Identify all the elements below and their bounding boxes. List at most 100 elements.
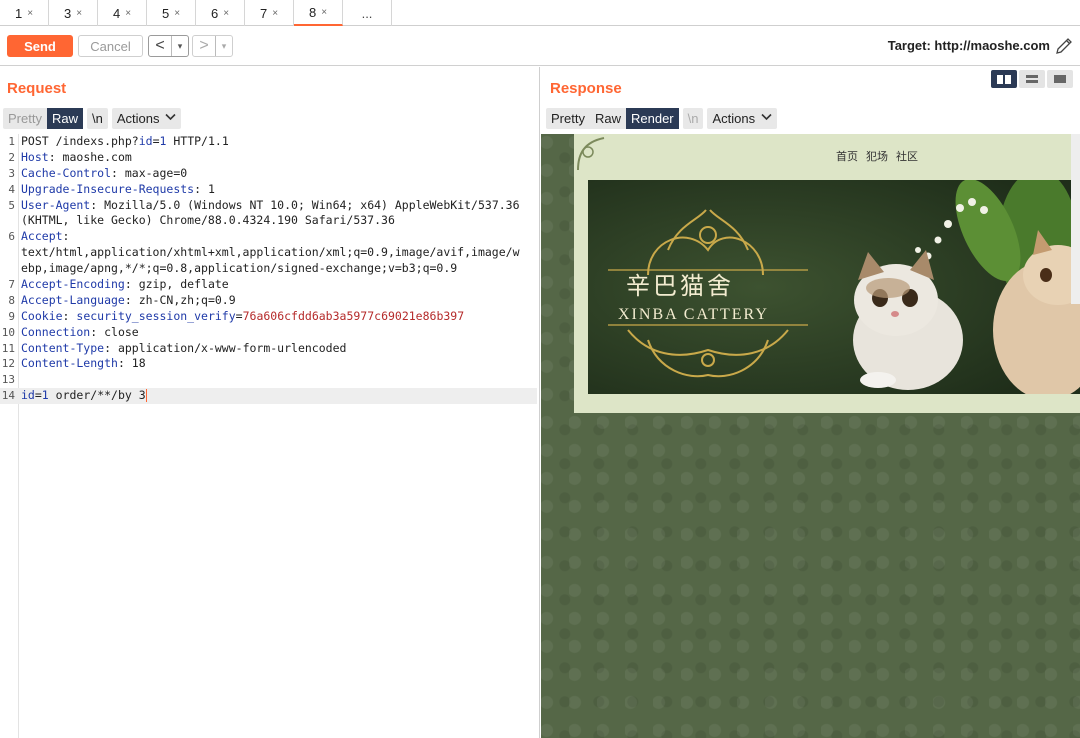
close-tab-icon[interactable]: × bbox=[27, 8, 33, 19]
tab-label: 5 bbox=[161, 5, 170, 21]
token: ebp,image/apng,*/*;q=0.8,application/sig… bbox=[21, 261, 458, 276]
request-tab-7[interactable]: 7 × bbox=[245, 0, 294, 26]
send-button[interactable]: Send bbox=[7, 35, 73, 57]
cancel-button[interactable]: Cancel bbox=[78, 35, 143, 57]
response-actions-menu[interactable]: Actions bbox=[707, 108, 778, 129]
forward-arrow-icon[interactable]: > bbox=[193, 36, 215, 56]
close-tab-icon[interactable]: × bbox=[321, 7, 327, 18]
line-text: Content-Type: application/x-www-form-url… bbox=[21, 341, 346, 357]
layout-stacked-icon[interactable] bbox=[1019, 70, 1045, 88]
token: = bbox=[235, 308, 243, 323]
line-text: Accept: bbox=[21, 229, 69, 245]
edit-target-icon[interactable] bbox=[1054, 36, 1074, 56]
line-number: 12 bbox=[1, 357, 15, 371]
more-tabs-button[interactable]: ... bbox=[343, 0, 392, 26]
corner-ornament-icon bbox=[577, 137, 605, 171]
request-raw-tab[interactable]: Raw bbox=[46, 108, 83, 129]
render-scrollbar[interactable] bbox=[1071, 134, 1080, 304]
tab-label: 1 bbox=[14, 5, 23, 21]
close-tab-icon[interactable]: × bbox=[272, 8, 278, 19]
text-caret bbox=[145, 389, 147, 403]
token: order/**/by 3 bbox=[48, 388, 146, 403]
request-newline-toggle[interactable]: \n bbox=[86, 108, 108, 129]
token: : 1 bbox=[194, 181, 215, 196]
layout-side-by-side-icon[interactable] bbox=[991, 70, 1017, 88]
token: : bbox=[62, 308, 77, 323]
line-number: 2 bbox=[8, 150, 15, 164]
rendered-response-view[interactable]: 首页 犯场 社区 辛巴猫舍 XINBA CATTERY bbox=[541, 134, 1080, 738]
token: Upgrade-Insecure-Requests bbox=[21, 181, 195, 196]
response-pretty-tab[interactable]: Pretty bbox=[546, 108, 590, 129]
line-number: 9 bbox=[8, 309, 15, 323]
line-number: 4 bbox=[8, 182, 15, 196]
chevron-down-icon bbox=[761, 113, 772, 124]
request-line: 2 Host: maoshe.com bbox=[0, 150, 537, 166]
tab-label: 8 bbox=[308, 4, 317, 20]
close-tab-icon[interactable]: × bbox=[125, 8, 131, 19]
token: (KHTML, like Gecko) Chrome/88.0.4324.190… bbox=[21, 213, 395, 228]
request-title: Request bbox=[7, 80, 67, 97]
back-arrow-icon[interactable]: < bbox=[149, 36, 171, 56]
request-line: 8 Accept-Language: zh-CN,zh;q=0.9 bbox=[0, 293, 537, 309]
response-view-tabs: Pretty Raw Render \n Actions bbox=[546, 108, 778, 129]
request-tab-4[interactable]: 4 × bbox=[98, 0, 147, 26]
response-format-toggle: Pretty Raw Render bbox=[546, 108, 679, 129]
request-pretty-tab[interactable]: Pretty bbox=[3, 108, 47, 129]
token: Accept-Encoding bbox=[21, 277, 125, 292]
token: : maoshe.com bbox=[48, 149, 132, 164]
toolbar: Send Cancel < ▾ > ▾ Target: http://maosh… bbox=[0, 26, 1080, 66]
line-number: 5 bbox=[8, 198, 15, 212]
response-actions-label: Actions bbox=[712, 111, 756, 126]
response-raw-tab[interactable]: Raw bbox=[590, 108, 626, 129]
rendered-site-header: 首页 犯场 社区 辛巴猫舍 XINBA CATTERY bbox=[574, 134, 1080, 413]
request-line: 14 id=1 order/**/by 3 bbox=[0, 388, 537, 405]
layout-single-icon[interactable] bbox=[1047, 70, 1073, 88]
close-tab-icon[interactable]: × bbox=[174, 8, 180, 19]
response-render-tab[interactable]: Render bbox=[625, 108, 679, 129]
request-line: 3 Cache-Control: max-age=0 bbox=[0, 166, 537, 182]
rendered-logo-english: XINBA CATTERY bbox=[618, 306, 769, 323]
tab-label: 3 bbox=[63, 5, 72, 21]
token: : close bbox=[90, 324, 139, 339]
tab-bar: 1 × 3 × 4 × 5 × 6 × 7 × 8 ×... bbox=[0, 0, 1080, 26]
line-text: (KHTML, like Gecko) Chrome/88.0.4324.190… bbox=[21, 213, 395, 229]
rendered-logo-chinese: 辛巴猫舍 bbox=[626, 272, 734, 300]
token: User-Agent bbox=[21, 197, 91, 212]
request-line: 10 Connection: close bbox=[0, 325, 537, 341]
close-tab-icon[interactable]: × bbox=[223, 8, 229, 19]
line-text: Upgrade-Insecure-Requests: 1 bbox=[21, 182, 215, 198]
close-tab-icon[interactable]: × bbox=[76, 8, 82, 19]
token: : Mozilla/5.0 (Windows NT 10.0; Win64; x… bbox=[90, 197, 520, 212]
site-nav-community[interactable]: 社区 bbox=[896, 148, 918, 164]
line-number: 1 bbox=[8, 135, 15, 148]
request-tab-8[interactable]: 8 × bbox=[294, 0, 343, 26]
request-line: ebp,image/apng,*/*;q=0.8,application/sig… bbox=[0, 261, 537, 277]
target-label: Target: http://maoshe.com bbox=[887, 38, 1050, 53]
request-tab-6[interactable]: 6 × bbox=[196, 0, 245, 26]
chevron-down-icon bbox=[165, 113, 177, 124]
line-text: Cache-Control: max-age=0 bbox=[21, 166, 187, 182]
request-line: 11 Content-Type: application/x-www-form-u… bbox=[0, 341, 537, 357]
request-format-toggle: Pretty Raw bbox=[3, 108, 83, 129]
response-newline-toggle[interactable]: \n bbox=[682, 108, 704, 129]
tab-label: 4 bbox=[112, 5, 121, 21]
request-tab-1[interactable]: 1 × bbox=[0, 0, 49, 26]
request-editor[interactable]: 1 POST /indexs.php?id=1 HTTP/1.1 2 Host: ma… bbox=[0, 134, 540, 738]
forward-dropdown-icon[interactable]: ▾ bbox=[215, 36, 232, 56]
request-actions-menu[interactable]: Actions bbox=[111, 108, 182, 129]
request-lines: 1 POST /indexs.php?id=1 HTTP/1.1 2 Host: ma… bbox=[0, 134, 537, 405]
token: : zh-CN,zh;q=0.9 bbox=[124, 292, 236, 307]
back-dropdown-icon[interactable]: ▾ bbox=[171, 36, 188, 56]
request-tab-5[interactable]: 5 × bbox=[147, 0, 196, 26]
line-text: Cookie: security_session_verify=76a606cf… bbox=[21, 309, 464, 325]
token: : max-age=0 bbox=[111, 165, 188, 180]
token: security_session_verify bbox=[76, 308, 236, 323]
site-nav-home[interactable]: 首页 bbox=[836, 148, 858, 164]
request-tab-3[interactable]: 3 × bbox=[49, 0, 98, 26]
token: text/html,application/xhtml+xml,applicat… bbox=[21, 245, 520, 260]
request-actions-label: Actions bbox=[116, 111, 160, 126]
token: id bbox=[21, 388, 35, 403]
site-nav-cattery[interactable]: 犯场 bbox=[866, 148, 888, 164]
request-line: 7 Accept-Encoding: gzip, deflate bbox=[0, 277, 537, 293]
token: HTTP/1.1 bbox=[166, 134, 229, 148]
